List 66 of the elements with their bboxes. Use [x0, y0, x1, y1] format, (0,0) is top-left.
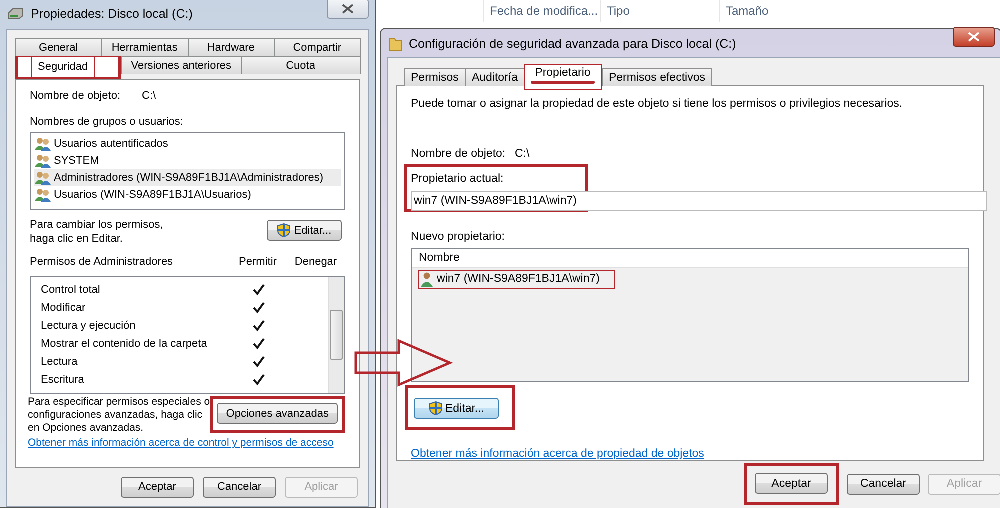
column-header[interactable]: Tamaño [719, 0, 836, 22]
dialog-button[interactable]: Aceptar [755, 473, 828, 494]
permission-name: Mostrar el contenido de la carpeta [41, 338, 208, 350]
section-label: Nombres de grupos o usuarios: [30, 116, 184, 128]
field-label: Propietario actual: [411, 173, 504, 185]
close-button[interactable] [953, 27, 995, 47]
users-icon [35, 170, 51, 184]
instruction-text: Para cambiar los permisos, haga clic en Editar. [30, 218, 164, 246]
close-button[interactable] [327, 0, 369, 19]
tab[interactable]: Auditoría [464, 68, 525, 86]
tab[interactable]: Versiones anteriores [121, 56, 242, 74]
tab[interactable]: Hardware [188, 38, 275, 56]
list-item[interactable]: Usuarios autentificados [34, 135, 341, 152]
users-icon [35, 136, 51, 150]
tab[interactable]: Herramientas [101, 38, 188, 56]
dialog-button[interactable]: Cancelar [847, 474, 920, 494]
edit-button[interactable]: Editar... [267, 220, 342, 241]
drive-icon [7, 7, 25, 21]
column-header[interactable]: Nombre [412, 248, 968, 268]
permission-name: Control total [41, 284, 102, 296]
user-icon [421, 272, 433, 287]
tab[interactable]: Permisos [404, 68, 466, 86]
dialog-button[interactable]: Aceptar [121, 476, 194, 498]
field-label: Nombre de objeto: [411, 148, 507, 160]
permission-name: Lectura [41, 356, 79, 368]
help-link[interactable]: Obtener más información acerca de control y permisos de acceso [28, 437, 334, 449]
list-item[interactable]: Usuarios (WIN-S9A89F1BJ1A\Usuarios) [34, 186, 341, 203]
current-owner-field[interactable]: win7 (WIN-S9A89F1BJ1A\win7) [411, 191, 987, 211]
scrollbar[interactable] [328, 277, 344, 393]
shield-icon [428, 401, 442, 416]
tab[interactable]: Seguridad [32, 57, 94, 77]
tab[interactable]: Propietario [530, 67, 595, 84]
window-title: Propiedades: Disco local (C:) [31, 7, 193, 21]
list-item[interactable]: win7 (WIN-S9A89F1BJ1A\win7) [418, 270, 615, 289]
description-text: Puede tomar o asignar la propiedad de este objeto si tiene los permisos o privilegios necesarios. [411, 98, 904, 110]
tab[interactable]: Permisos efectivos [602, 68, 712, 86]
field-label: Nombre de objeto: [30, 90, 122, 102]
edit-button[interactable]: Editar... [414, 398, 499, 419]
column-header[interactable]: Tipo [600, 0, 719, 22]
column-header[interactable]: Fecha de modifica... [483, 0, 600, 22]
column-header: Denegar [294, 256, 338, 268]
users-icon [35, 188, 51, 202]
underline-mark [530, 81, 595, 84]
dialog-button[interactable]: Cancelar [203, 476, 276, 498]
tab[interactable]: Compartir [274, 38, 361, 56]
section-label: Permisos de Administradores [30, 256, 174, 268]
advanced-options-button[interactable]: Opciones avanzadas [217, 403, 338, 424]
list-item[interactable]: Administradores (WIN-S9A89F1BJ1A\Administradores) [34, 169, 341, 186]
field-value: C:\ [515, 148, 530, 160]
instruction-text: Para especificar permisos especiales o configuraciones avanzadas, haga clic en Opciones avanzadas. [28, 396, 210, 435]
close-icon [342, 4, 354, 14]
window-title: Configuración de seguridad avanzada para Disco local (C:) [409, 37, 736, 51]
close-icon [968, 32, 980, 42]
list-item[interactable]: SYSTEM [34, 152, 341, 169]
permission-name: Escritura [41, 374, 86, 386]
permission-name: Modificar [41, 302, 87, 314]
shield-icon [277, 223, 292, 238]
folder-icon [389, 36, 403, 52]
column-header: Permitir [238, 256, 278, 268]
field-value: C:\ [142, 90, 156, 102]
permission-name: Lectura y ejecución [41, 320, 137, 332]
tab[interactable]: Cuota [240, 56, 361, 74]
section-label: Nuevo propietario: [411, 230, 506, 243]
users-icon [35, 154, 51, 168]
help-link[interactable]: Obtener más información acerca de propiedad de objetos [411, 448, 704, 460]
tab[interactable]: General [15, 38, 102, 56]
